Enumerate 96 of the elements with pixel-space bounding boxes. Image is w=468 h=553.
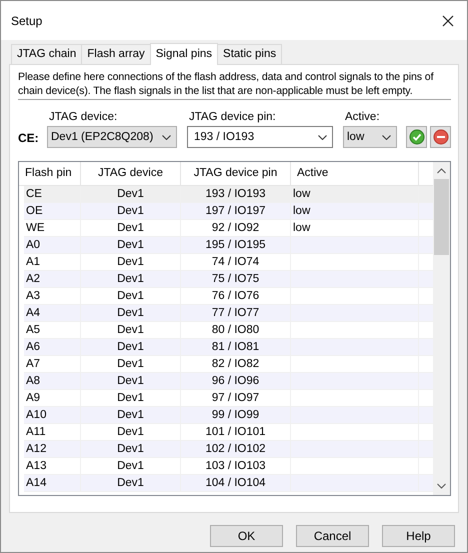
table-cell: A9	[26, 392, 40, 404]
description-text: Please define here connections of the flash address, data and control signals to the pins of chain device(s). The flash signals in the list that are non-applicable must be left empty.	[18, 70, 435, 98]
table-row[interactable]: A10 Dev1 99 / IO99	[24, 407, 433, 424]
column-header[interactable]: Active	[291, 162, 419, 185]
table-cell: A7	[26, 358, 40, 370]
table-cell: A5	[26, 324, 40, 336]
table-cell: 81 / IO81	[212, 341, 260, 353]
close-icon[interactable]	[442, 14, 454, 26]
table-cell: Dev1	[117, 477, 144, 489]
table-cell: 103 / IO103	[205, 460, 266, 472]
column-header[interactable]: JTAG device pin	[181, 162, 291, 185]
table-cell: A4	[26, 307, 40, 319]
table-cell: A2	[26, 273, 40, 285]
table-cell: A10	[26, 409, 46, 421]
table-cell: OE	[26, 205, 43, 217]
table-row[interactable]: A4 Dev1 77 / IO77	[24, 305, 433, 322]
table-row[interactable]: A0 Dev1 195 / IO195	[24, 237, 433, 254]
table-cell: 77 / IO77	[212, 307, 260, 319]
table-cell: Dev1	[117, 273, 144, 285]
table-cell: Dev1	[117, 460, 144, 472]
table-row[interactable]: OE Dev1 197 / IO197 low	[24, 203, 433, 220]
table-cell: 76 / IO76	[212, 290, 260, 302]
scroll-down-icon[interactable]	[437, 483, 446, 489]
apply-button[interactable]	[406, 126, 427, 148]
column-header[interactable]: JTAG device	[81, 162, 181, 185]
table-row[interactable]: A6 Dev1 81 / IO81	[24, 339, 433, 356]
table-cell: A13	[26, 460, 46, 472]
window-title: Setup	[11, 14, 42, 28]
table-cell: Dev1	[117, 188, 144, 200]
table-row[interactable]: A14 Dev1 104 / IO104	[24, 475, 433, 492]
table-cell: A6	[26, 341, 40, 353]
scroll-up-icon[interactable]	[437, 168, 446, 174]
table-cell: 101 / IO101	[205, 426, 266, 438]
table-cell: A0	[26, 239, 40, 251]
table-cell: 80 / IO80	[212, 324, 260, 336]
table-cell: WE	[26, 222, 45, 234]
tab[interactable]: Signal pins	[150, 43, 218, 65]
table-cell: low	[293, 188, 310, 200]
caret-icon	[382, 134, 391, 140]
table-cell: Dev1	[117, 358, 144, 370]
table-cell: 92 / IO92	[212, 222, 260, 234]
table-cell: A12	[26, 443, 46, 455]
dialog-button[interactable]: Help	[382, 525, 455, 547]
table-cell: Dev1	[117, 222, 144, 234]
table-cell: Dev1	[117, 443, 144, 455]
table-cell: A11	[26, 426, 46, 438]
table-cell: 197 / IO197	[205, 205, 266, 217]
table-cell: Dev1	[117, 341, 144, 353]
table-row[interactable]: A2 Dev1 75 / IO75	[24, 271, 433, 288]
table-cell: Dev1	[117, 290, 144, 302]
table-cell: 104 / IO104	[205, 477, 266, 489]
scrollbar[interactable]	[433, 162, 450, 495]
field-label: Active:	[344, 111, 381, 123]
table-cell: Dev1	[117, 324, 144, 336]
table-cell: 75 / IO75	[212, 273, 260, 285]
table-row[interactable]: CE Dev1 193 / IO193 low	[24, 186, 433, 203]
remove-button[interactable]	[430, 126, 451, 148]
table-cell: Dev1	[117, 239, 144, 251]
table-cell: Dev1	[117, 426, 144, 438]
table-cell: Dev1	[117, 409, 144, 421]
table-cell: 195 / IO195	[205, 239, 266, 251]
pin-dropdown[interactable]: 193 / IO193	[187, 126, 333, 148]
table-row[interactable]: A12 Dev1 102 / IO102	[24, 441, 433, 458]
column-header[interactable]: Flash pin	[19, 162, 81, 185]
table-cell: 82 / IO82	[212, 358, 260, 370]
table-cell: A3	[26, 290, 40, 302]
table-cell: 97 / IO97	[212, 392, 260, 404]
tab[interactable]: JTAG chain	[11, 44, 82, 64]
table-cell: Dev1	[117, 392, 144, 404]
field-label: JTAG device pin:	[188, 111, 277, 123]
field-label: JTAG device:	[48, 111, 118, 123]
caret-icon	[162, 134, 171, 140]
table-cell: Dev1	[117, 256, 144, 268]
table-cell: 193 / IO193	[205, 188, 266, 200]
table-cell: low	[293, 222, 310, 234]
table-cell: CE	[26, 188, 42, 200]
tab[interactable]: Static pins	[217, 44, 282, 64]
table-cell: Dev1	[117, 205, 144, 217]
caret-icon	[318, 134, 327, 140]
table-cell: 96 / IO96	[212, 375, 260, 387]
table-cell: A8	[26, 375, 40, 387]
table-row[interactable]: A8 Dev1 96 / IO96	[24, 373, 433, 390]
table-cell: 102 / IO102	[205, 443, 266, 455]
table-cell: A1	[26, 256, 40, 268]
table-cell: Dev1	[117, 307, 144, 319]
table-cell: Dev1	[117, 375, 144, 387]
table-cell: low	[293, 205, 310, 217]
table-cell: A14	[26, 477, 46, 489]
table-cell: 74 / IO74	[212, 256, 260, 268]
dialog-button[interactable]: Cancel	[296, 525, 369, 547]
device-dropdown[interactable]: Dev1 (EP2C8Q208)	[47, 126, 177, 148]
signal-label: CE:	[18, 130, 38, 147]
scrollbar-thumb[interactable]	[434, 179, 449, 255]
dialog-button[interactable]: OK	[210, 525, 283, 547]
table-cell: 99 / IO99	[212, 409, 260, 421]
active-dropdown[interactable]: low	[343, 126, 397, 148]
